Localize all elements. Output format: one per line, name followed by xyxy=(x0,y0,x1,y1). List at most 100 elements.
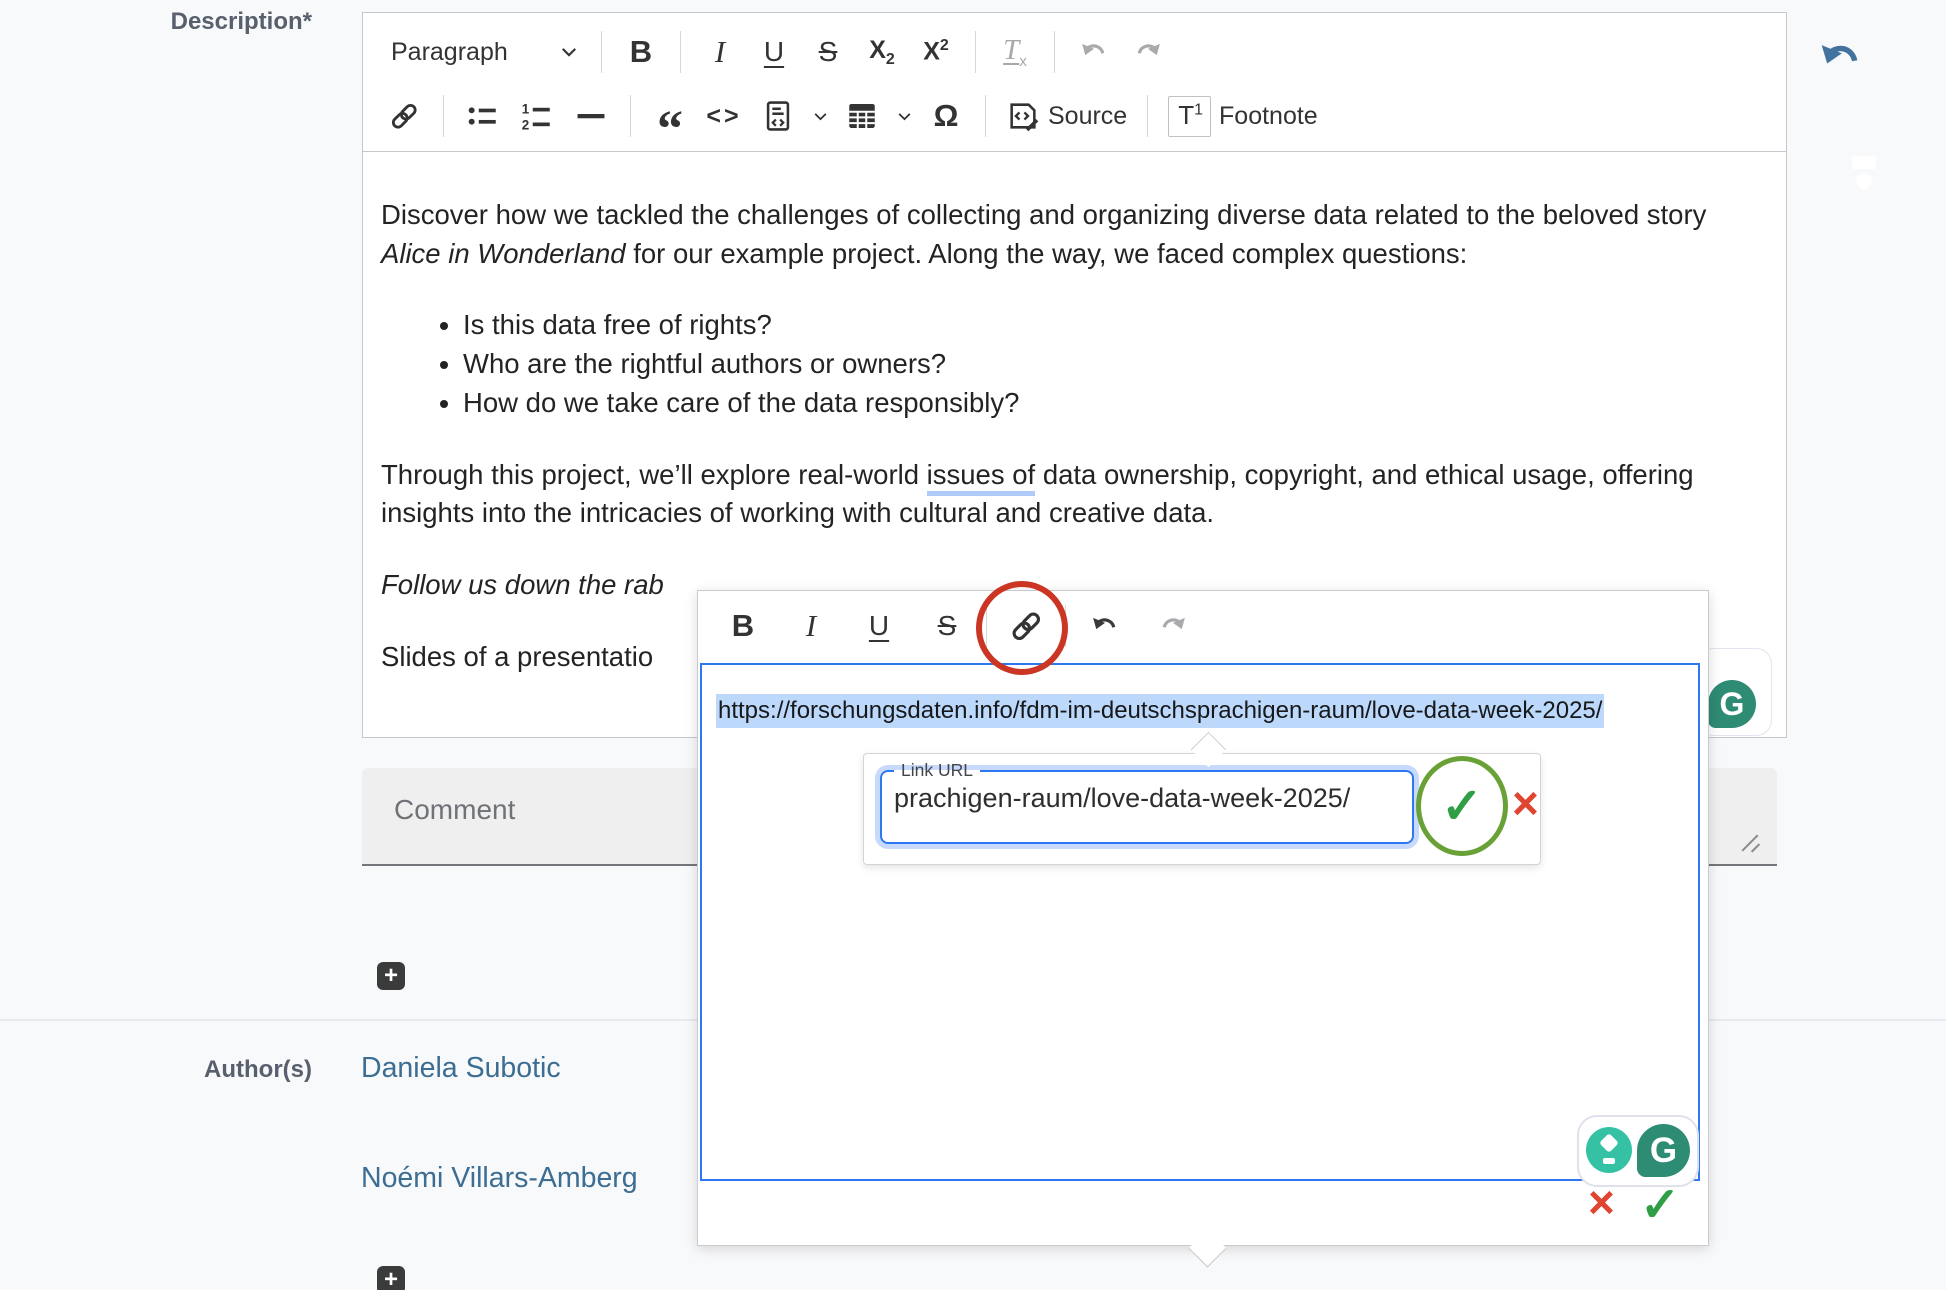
authors-label: Author(s) xyxy=(80,1056,312,1084)
code-block-icon xyxy=(761,99,795,133)
toolbar-row-1: Paragraph B I U S X2 X2 Tx xyxy=(377,19,1776,85)
subscript-icon: X2 xyxy=(869,36,895,69)
source-icon xyxy=(1006,99,1040,133)
code-block-dropdown[interactable] xyxy=(805,89,835,143)
link-save-button[interactable]: ✓ xyxy=(1441,777,1483,835)
page: Description* Paragraph B I U S X2 X2 xyxy=(0,0,1946,1290)
toolbar-separator xyxy=(985,95,986,137)
author-link[interactable]: Noémi Villars-Amberg xyxy=(361,1162,638,1195)
block-quote-button[interactable]: “ xyxy=(643,89,697,143)
paragraph-style-label: Paragraph xyxy=(391,38,508,67)
toolbar-separator xyxy=(1054,31,1055,73)
paragraph: Discover how we tackled the challenges o… xyxy=(381,196,1762,273)
resize-handle[interactable] xyxy=(1739,830,1765,856)
chevron-down-icon xyxy=(812,108,829,125)
italic-icon: I xyxy=(806,608,816,644)
source-button[interactable]: Source xyxy=(998,89,1135,143)
undo-button[interactable] xyxy=(1067,25,1121,79)
editor-toolbar: Paragraph B I U S X2 X2 Tx xyxy=(363,13,1786,152)
superscript-icon: X2 xyxy=(923,37,949,66)
inline-code-icon: <> xyxy=(706,102,741,131)
bold-button[interactable]: B xyxy=(614,25,668,79)
table-dropdown[interactable] xyxy=(889,89,919,143)
undo-icon xyxy=(1088,611,1122,641)
link-button[interactable] xyxy=(377,89,431,143)
subscript-button[interactable]: X2 xyxy=(855,25,909,79)
table-icon xyxy=(845,99,879,133)
source-label: Source xyxy=(1048,102,1127,131)
strikethrough-button[interactable]: S xyxy=(801,25,855,79)
add-comment-button[interactable]: + xyxy=(377,962,405,990)
selected-url-text: https://forschungsdaten.info/fdm-im-deut… xyxy=(716,697,1684,725)
remove-format-button[interactable]: Tx xyxy=(988,25,1042,79)
add-author-button[interactable]: + xyxy=(377,1266,405,1290)
list-item: How do we take care of the data responsi… xyxy=(463,384,1762,423)
strikethrough-icon: S xyxy=(938,610,957,642)
toolbar-separator xyxy=(443,95,444,137)
grammarly-icon[interactable]: G xyxy=(1708,680,1756,728)
italic-button[interactable]: I xyxy=(693,25,747,79)
grammarly-widget: G xyxy=(1577,1115,1699,1187)
author-link[interactable]: Daniela Subotic xyxy=(361,1052,561,1085)
italic-text: Alice in Wonderland xyxy=(381,238,626,269)
omega-icon: Ω xyxy=(934,98,959,134)
link-url-balloon: Link URL ✓ × xyxy=(863,753,1541,865)
special-characters-button[interactable]: Ω xyxy=(919,89,973,143)
link-url-fieldset: Link URL xyxy=(880,760,1414,844)
superscript-button[interactable]: X2 xyxy=(909,25,963,79)
paragraph-style-dropdown[interactable]: Paragraph xyxy=(377,25,589,79)
horizontal-line-button[interactable] xyxy=(564,89,618,143)
toolbar-separator xyxy=(975,31,976,73)
popup-strikethrough-button[interactable]: S xyxy=(920,599,974,653)
underline-icon: U xyxy=(869,610,889,642)
grammarly-icon[interactable]: G xyxy=(1637,1124,1690,1177)
code-block-button[interactable] xyxy=(751,89,805,143)
footnote-label: Footnote xyxy=(1219,102,1318,131)
grammarly-suggestion-text[interactable]: issues of xyxy=(927,459,1036,496)
strikethrough-icon: S xyxy=(819,36,838,68)
link-url-label: Link URL xyxy=(894,760,980,781)
redo-icon xyxy=(1156,611,1190,641)
link-icon xyxy=(387,99,421,133)
toolbar-separator xyxy=(1147,95,1148,137)
popup-italic-button[interactable]: I xyxy=(784,599,838,653)
footnote-icon: T1 xyxy=(1168,96,1211,137)
horizontal-line-icon xyxy=(574,99,608,133)
undo-icon xyxy=(1077,37,1111,67)
popup-bold-button[interactable]: B xyxy=(716,599,770,653)
numbered-list-button[interactable]: 12 xyxy=(510,89,564,143)
svg-text:1: 1 xyxy=(522,102,530,117)
bold-icon: B xyxy=(732,608,754,644)
red-annotation-circle xyxy=(976,581,1068,675)
popup-toolbar: B I U S xyxy=(698,591,1708,661)
block-quote-icon: “ xyxy=(657,125,683,135)
bulleted-list-button[interactable] xyxy=(456,89,510,143)
save-button[interactable] xyxy=(1822,130,1864,172)
bulleted-list-icon xyxy=(466,99,500,133)
popup-caret-down xyxy=(1188,1229,1226,1267)
green-annotation-circle: ✓ xyxy=(1416,756,1508,856)
toolbar-separator xyxy=(680,31,681,73)
toolbar-row-2: 12 “ <> xyxy=(377,85,1776,147)
popup-underline-button[interactable]: U xyxy=(852,599,906,653)
grammarly-suggestions-icon[interactable] xyxy=(1586,1127,1632,1173)
description-label: Description* xyxy=(80,8,312,36)
bullet-list: Is this data free of rights? Who are the… xyxy=(381,306,1762,422)
revert-changes-button[interactable] xyxy=(1814,36,1866,80)
underline-button[interactable]: U xyxy=(747,25,801,79)
numbered-list-icon: 12 xyxy=(520,99,554,133)
chevron-down-icon xyxy=(896,108,913,125)
redo-button[interactable] xyxy=(1121,25,1175,79)
link-url-input[interactable] xyxy=(882,781,1394,824)
toolbar-separator xyxy=(601,31,602,73)
svg-text:2: 2 xyxy=(522,117,529,132)
link-cancel-button[interactable]: × xyxy=(1512,780,1539,826)
link-edit-popup: B I U S https://forsch xyxy=(697,590,1709,1246)
inline-code-button[interactable]: <> xyxy=(697,89,751,143)
redo-icon xyxy=(1131,37,1165,67)
footnote-button[interactable]: T1 Footnote xyxy=(1160,89,1325,143)
italic-icon: I xyxy=(715,34,725,70)
popup-redo-button[interactable] xyxy=(1146,599,1200,653)
insert-table-button[interactable] xyxy=(835,89,889,143)
popup-undo-button[interactable] xyxy=(1078,599,1132,653)
